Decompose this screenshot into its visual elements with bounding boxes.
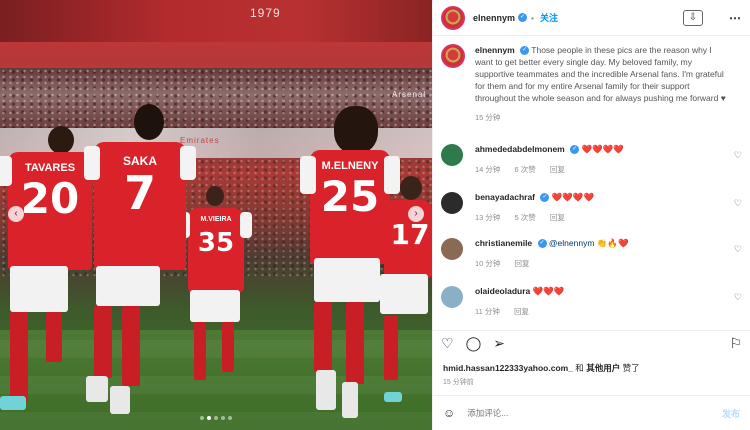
- verified-icon: ✓: [570, 145, 580, 155]
- post-photo[interactable]: 1979 Arsenal Emirates M.VIEIRA 35 17 TAV…: [0, 0, 432, 430]
- more-options-icon[interactable]: ⋯: [729, 11, 742, 25]
- comment-likes[interactable]: 5 次赞: [515, 213, 536, 222]
- player-name: TAVARES: [24, 162, 76, 174]
- carousel-dot[interactable]: [228, 416, 232, 420]
- verified-icon: ✓: [540, 193, 550, 203]
- like-icon[interactable]: ♡: [441, 335, 454, 352]
- comment-input[interactable]: [467, 408, 722, 418]
- comment-text: ❤️❤️❤️: [532, 286, 565, 296]
- comment-icon[interactable]: ◯: [466, 335, 482, 352]
- avatar[interactable]: [441, 44, 465, 68]
- next-photo-button[interactable]: ›: [408, 206, 424, 222]
- comment-text: ❤️❤️❤️❤️: [551, 192, 595, 202]
- add-comment-bar: ☺ 发布: [433, 395, 750, 430]
- share-icon[interactable]: ➢: [493, 335, 505, 352]
- pitch: [0, 330, 432, 430]
- carousel-dot[interactable]: [221, 416, 225, 420]
- caption-time: 15 分钟: [475, 113, 501, 122]
- bookmark-icon[interactable]: ⚐: [729, 335, 742, 352]
- post-actions: ♡ ◯ ➢ ⚐: [433, 330, 750, 356]
- post-time: 15 分钟前: [443, 379, 474, 386]
- verified-icon: ✓: [518, 13, 528, 22]
- post-panel: elnennym ✓ • 关注 ⇩ ⋯ elnennym ✓ Those peo…: [432, 0, 750, 430]
- follow-button[interactable]: 关注: [540, 11, 558, 24]
- player-name: M.VIEIRA: [200, 216, 232, 223]
- likes-connector: 和: [575, 363, 584, 373]
- username-link[interactable]: elnennym: [473, 13, 515, 23]
- download-icon[interactable]: ⇩: [683, 9, 703, 26]
- carousel-dot[interactable]: [214, 416, 218, 420]
- comment-text: 👏🔥❤️: [596, 238, 629, 248]
- reply-button[interactable]: 回复: [515, 259, 530, 268]
- comment-time: 10 分钟: [475, 259, 501, 268]
- stand-sign: 1979: [250, 6, 281, 20]
- avatar[interactable]: [441, 192, 463, 214]
- carousel-dot[interactable]: [207, 416, 211, 420]
- comment-username[interactable]: christianemile: [475, 238, 532, 248]
- avatar[interactable]: [441, 286, 463, 308]
- prev-photo-button[interactable]: ‹: [8, 206, 24, 222]
- verified-icon: ✓: [537, 239, 547, 249]
- reply-button[interactable]: 回复: [550, 213, 565, 222]
- stand-sign: Arsenal: [392, 90, 427, 99]
- carousel-dot[interactable]: [200, 416, 204, 420]
- reply-button[interactable]: 回复: [514, 307, 529, 316]
- stand-banner: [0, 42, 432, 68]
- comment-mention[interactable]: @elnennym: [549, 238, 594, 248]
- post-header: elnennym ✓ • 关注 ⇩ ⋯: [433, 0, 750, 36]
- player-number: 7: [123, 166, 156, 220]
- avatar[interactable]: [441, 238, 463, 260]
- comment: christianemile ✓ @elnennym 👏🔥❤️ 10 分钟 回复…: [441, 238, 742, 269]
- emoji-icon[interactable]: ☺: [443, 406, 455, 420]
- comments-list: elnennym ✓ Those people in these pics ar…: [441, 44, 742, 316]
- comment: olaideoladura ❤️❤️❤️ 11 分钟 回复 ♡: [441, 286, 742, 317]
- like-comment-icon[interactable]: ♡: [734, 150, 742, 161]
- avatar[interactable]: [441, 5, 465, 30]
- likes-suffix: 赞了: [622, 363, 640, 373]
- comment-time: 13 分钟: [475, 213, 501, 222]
- comment-username[interactable]: olaideoladura: [475, 286, 530, 296]
- carousel-dots: [200, 416, 232, 420]
- comment-username[interactable]: benayadachraf: [475, 192, 535, 202]
- comment-time: 14 分钟: [475, 165, 501, 174]
- caption-text: elnennym ✓ Those people in these pics ar…: [475, 44, 730, 104]
- stand-sign: Emirates: [180, 136, 220, 145]
- like-comment-icon[interactable]: ♡: [734, 198, 742, 209]
- post-comment-button[interactable]: 发布: [722, 407, 740, 420]
- comment-username[interactable]: ahmededabdelmonem: [475, 144, 565, 154]
- player-number: 17: [390, 218, 430, 251]
- like-comment-icon[interactable]: ♡: [734, 292, 742, 303]
- comment: ahmededabdelmonem ✓ ❤️❤️❤️❤️ 14 分钟 6 次赞 …: [441, 144, 742, 175]
- verified-icon: ✓: [520, 46, 530, 56]
- reply-button[interactable]: 回复: [550, 165, 565, 174]
- likes-summary: hmid.hassan122333yahoo.com_ 和 其他用户 赞了: [443, 362, 640, 374]
- player-number: 35: [197, 228, 235, 258]
- avatar[interactable]: [441, 144, 463, 166]
- caption: elnennym ✓ Those people in these pics ar…: [441, 44, 742, 104]
- comment-likes[interactable]: 6 次赞: [515, 165, 536, 174]
- liker-username[interactable]: hmid.hassan122333yahoo.com_: [443, 363, 573, 373]
- stand-banner: [0, 0, 432, 42]
- like-comment-icon[interactable]: ♡: [734, 244, 742, 255]
- player-name: M.ELNENY: [321, 160, 379, 172]
- other-likers-link[interactable]: 其他用户: [586, 363, 620, 373]
- comment-text: ❤️❤️❤️❤️: [581, 144, 624, 154]
- player-number: 25: [320, 172, 380, 221]
- comment: benayadachraf ✓ ❤️❤️❤️❤️ 13 分钟 5 次赞 回复 ♡: [441, 192, 742, 223]
- caption-username[interactable]: elnennym: [475, 45, 515, 55]
- separator-dot: •: [531, 12, 534, 23]
- comment-time: 11 分钟: [475, 307, 500, 316]
